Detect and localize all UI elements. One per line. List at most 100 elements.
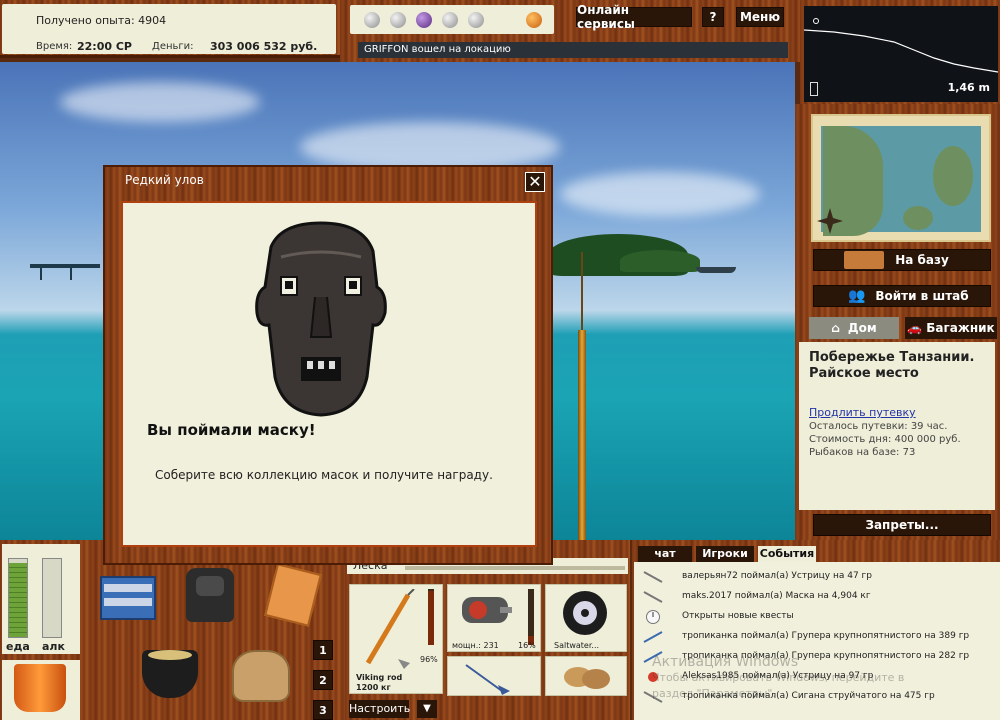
reel-percent: 16% bbox=[518, 641, 536, 650]
mask-icon bbox=[255, 221, 387, 417]
notebook-icon[interactable] bbox=[262, 563, 324, 627]
slot-1-button[interactable]: 1 bbox=[313, 640, 333, 660]
food-gauge-fill bbox=[9, 562, 27, 637]
bucket-slot[interactable] bbox=[2, 660, 80, 720]
alcohol-gauge bbox=[42, 558, 62, 638]
map-land bbox=[933, 146, 973, 206]
tab-players[interactable]: Игроки bbox=[696, 546, 754, 562]
bait-icon[interactable] bbox=[416, 12, 432, 28]
slot-2-button[interactable]: 2 bbox=[313, 670, 333, 690]
tackle-panel: Леска 96% Viking rod 1200 кг мощн.: 231 … bbox=[345, 540, 630, 720]
enter-hq-button[interactable]: 👥 Войти в штаб bbox=[813, 285, 991, 307]
watermark-line: Активация Windows bbox=[652, 654, 799, 670]
bait-icon[interactable] bbox=[468, 12, 484, 28]
map-land bbox=[903, 206, 933, 230]
fish-hook-icon bbox=[643, 591, 663, 603]
fish-hook-icon bbox=[643, 571, 663, 583]
bait-slot[interactable] bbox=[545, 656, 627, 696]
to-base-button[interactable]: На базу bbox=[813, 249, 991, 271]
home-icon: ⌂ bbox=[831, 321, 840, 335]
event-text: валерьян72 поймал(а) Устрицу на 47 гр bbox=[682, 571, 872, 581]
rod-wear-fill bbox=[428, 591, 434, 645]
time-label: Время: bbox=[36, 41, 73, 52]
rod-wear-meter bbox=[428, 589, 434, 645]
bans-button[interactable]: Запреты... bbox=[813, 514, 991, 536]
tab-chat[interactable]: чат bbox=[638, 546, 692, 562]
cloud bbox=[60, 82, 260, 122]
rod-slot[interactable]: 96% Viking rod 1200 кг bbox=[349, 584, 443, 694]
tackle-box-icon[interactable] bbox=[96, 562, 160, 622]
location-map[interactable] bbox=[811, 114, 991, 242]
watermark-line: Чтобы активировать Windows, перейдите в bbox=[652, 671, 905, 684]
compass-icon bbox=[817, 208, 843, 234]
list-item: maks.2017 поймал(а) Маска на 4,904 кг bbox=[634, 588, 1000, 608]
dialog-text: Соберите всю коллекцию масок и получите … bbox=[155, 468, 493, 482]
keepnet-icon[interactable] bbox=[224, 642, 296, 704]
reel-power: мощн.: 231 bbox=[452, 641, 499, 650]
event-text: maks.2017 поймал(а) Маска на 4,904 кг bbox=[682, 591, 871, 601]
house-icon bbox=[844, 251, 884, 269]
event-text: Открыты новые квесты bbox=[682, 611, 794, 621]
backpack-icon[interactable] bbox=[182, 562, 238, 624]
rod-weight: 1200 кг bbox=[356, 683, 391, 692]
fishing-line-spool-icon bbox=[563, 591, 607, 635]
list-item: тропиканка поймал(а) Групера крупнопятни… bbox=[634, 628, 1000, 648]
menu-button[interactable]: Меню bbox=[736, 7, 784, 27]
status-box: Получено опыта: 4904 Время: 22:00 СР Ден… bbox=[2, 4, 336, 54]
dropdown-button[interactable]: ▼ bbox=[417, 700, 437, 718]
enter-hq-label: Войти в штаб bbox=[875, 289, 969, 303]
status-panel: Получено опыта: 4904 Время: 22:00 СР Ден… bbox=[0, 0, 340, 58]
fish-hook-icon bbox=[643, 631, 663, 643]
pass-remaining: Осталось путевки: 39 час. bbox=[809, 421, 948, 432]
experience-text: Получено опыта: 4904 bbox=[36, 14, 167, 27]
boat bbox=[696, 267, 736, 273]
rod-name: Viking rod bbox=[356, 673, 403, 682]
top-toolbar: Онлайн сервисы ? Меню GRIFFON вошел на л… bbox=[340, 0, 800, 62]
location-title: Побережье Танзании. Райское место bbox=[809, 350, 975, 381]
day-cost: Стоимость дня: 400 000 руб. bbox=[809, 434, 961, 445]
alcohol-label: алк bbox=[42, 640, 65, 653]
line-name: Saltwater... bbox=[554, 641, 600, 650]
to-base-label: На базу bbox=[895, 253, 949, 267]
bait-icon[interactable] bbox=[526, 12, 542, 28]
bait-icon[interactable] bbox=[442, 12, 458, 28]
bait-icon[interactable] bbox=[364, 12, 380, 28]
fishing-rod bbox=[578, 330, 586, 540]
slot-3-button[interactable]: 3 bbox=[313, 700, 333, 720]
line-tension-bar bbox=[405, 566, 625, 570]
help-button[interactable]: ? bbox=[702, 7, 724, 27]
depth-screen: 1,46 m bbox=[803, 6, 999, 102]
tab-home-label: Дом bbox=[847, 321, 877, 335]
line-slot[interactable]: Saltwater... bbox=[545, 584, 627, 652]
watermark-line: раздел "Параметры". bbox=[652, 687, 776, 700]
cooking-pot-icon[interactable] bbox=[136, 638, 204, 702]
rod-percent: 96% bbox=[420, 655, 438, 664]
list-item: валерьян72 поймал(а) Устрицу на 47 гр bbox=[634, 568, 1000, 588]
setup-button[interactable]: Настроить bbox=[349, 700, 410, 718]
food-gauge bbox=[8, 558, 28, 638]
tab-trunk[interactable]: 🚗 Багажник bbox=[905, 317, 997, 339]
food-label: еда bbox=[6, 640, 30, 653]
battery-icon bbox=[810, 82, 818, 96]
windows-activation-watermark: Активация Windows Чтобы активировать Win… bbox=[652, 654, 904, 702]
time-value: 22:00 СР bbox=[77, 40, 132, 53]
clock-icon bbox=[646, 610, 660, 624]
extend-pass-link[interactable]: Продлить путевку bbox=[809, 406, 985, 419]
bait-icon[interactable] bbox=[390, 12, 406, 28]
reel-icon bbox=[462, 597, 512, 623]
rod-icon bbox=[365, 589, 415, 669]
inventory-panel: еда алк 1 2 3 bbox=[0, 540, 345, 720]
events-list: валерьян72 поймал(а) Устрицу на 47 гр ma… bbox=[634, 562, 1000, 720]
online-services-button[interactable]: Онлайн сервисы bbox=[576, 3, 692, 31]
tab-events[interactable]: События bbox=[758, 546, 816, 562]
list-item: Открыты новые квесты bbox=[634, 608, 1000, 628]
reel-wear-meter bbox=[528, 589, 534, 645]
reel-slot[interactable]: мощн.: 231 16% bbox=[447, 584, 541, 652]
tab-home[interactable]: ⌂ Дом bbox=[809, 317, 899, 339]
island bbox=[620, 250, 700, 272]
car-icon: 🚗 bbox=[907, 321, 923, 335]
close-button[interactable]: ✕ bbox=[525, 172, 545, 192]
float-slot[interactable] bbox=[447, 656, 541, 696]
bucket-icon bbox=[14, 664, 66, 712]
bait-slots bbox=[350, 5, 554, 34]
